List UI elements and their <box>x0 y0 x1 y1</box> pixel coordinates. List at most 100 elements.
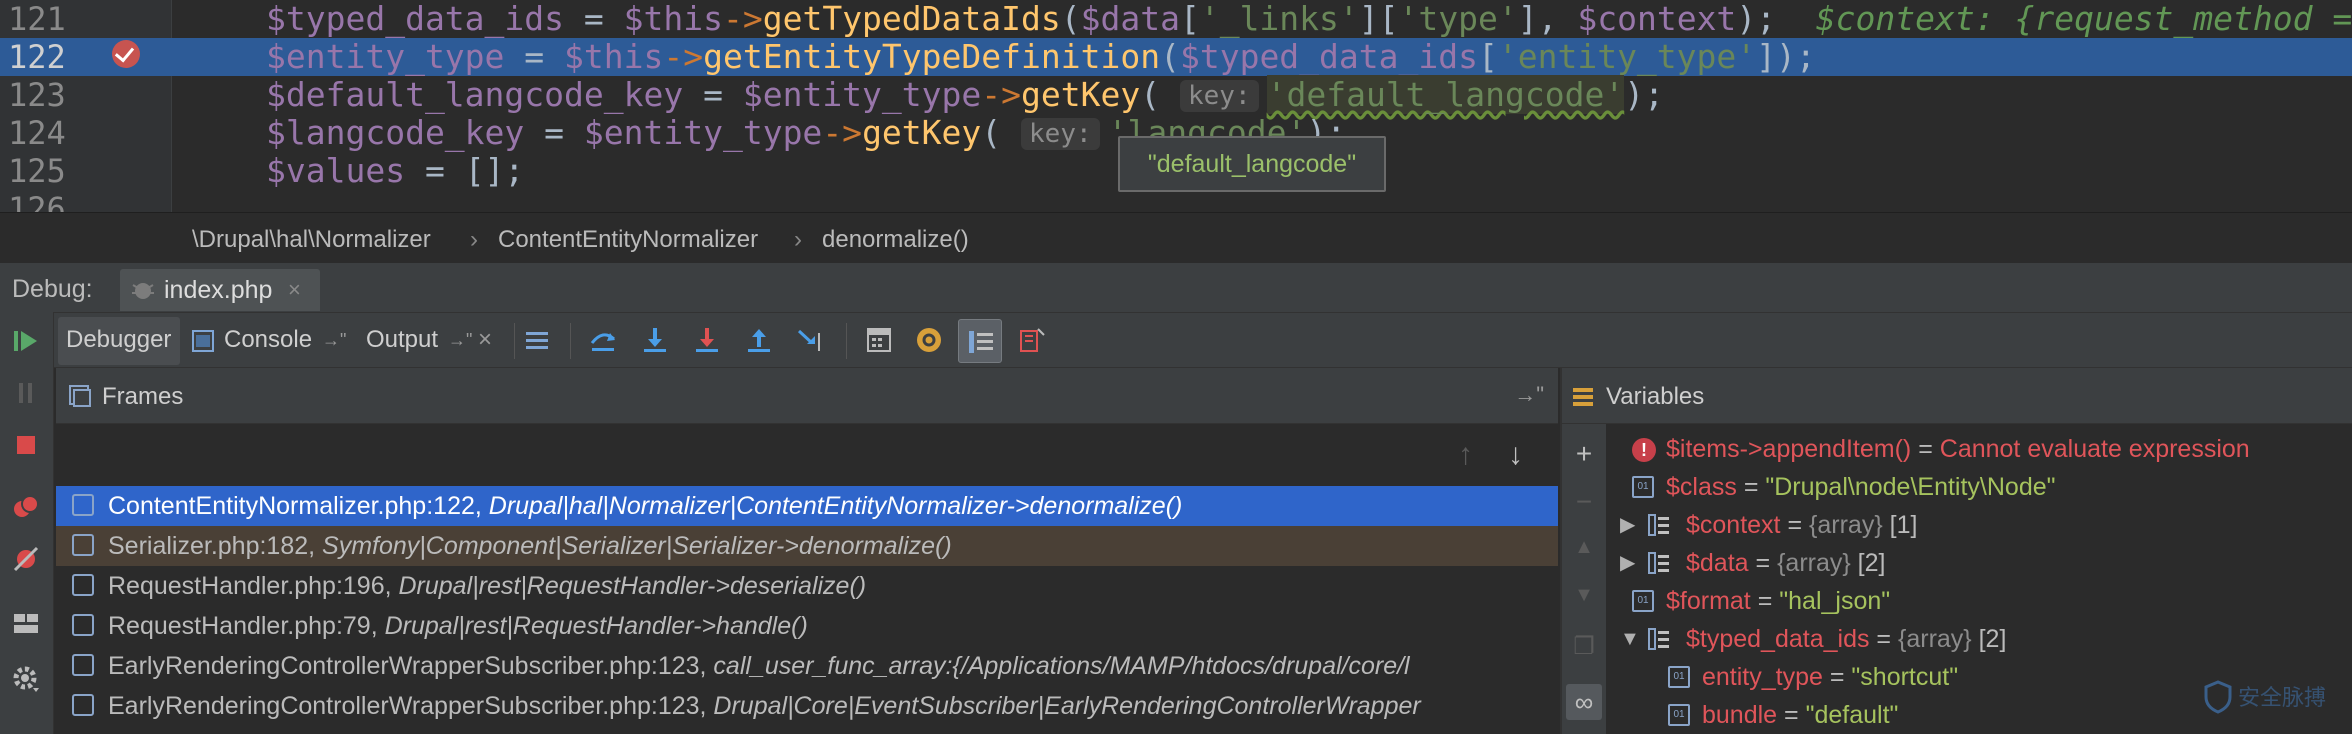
frame-item[interactable]: ContentEntityNormalizer.php:122, Drupal|… <box>56 486 1558 526</box>
code-line-123[interactable]: 123 $default_langcode_key = $entity_type… <box>0 75 2352 114</box>
frame-icon <box>72 654 94 676</box>
code-line-121[interactable]: 121 $typed_data_ids = $this->getTypedDat… <box>0 0 2352 38</box>
frame-item[interactable]: EarlyRenderingControllerWrapperSubscribe… <box>56 686 1558 726</box>
settings-icon[interactable] <box>11 664 41 694</box>
frames-header: Frames →" <box>56 368 1558 424</box>
parameter-hint: key: <box>1021 118 1100 150</box>
code-text: $typed_data_ids = $this->getTypedDataIds… <box>266 0 2352 38</box>
watch-icon[interactable] <box>914 325 944 355</box>
copy-icon[interactable]: ❐ <box>1571 632 1597 661</box>
breakpoint-icon[interactable] <box>112 40 140 68</box>
line-number: 126 <box>8 190 66 212</box>
frame-icon <box>72 694 94 716</box>
variable-row[interactable]: 01 $format = "hal_json" <box>1606 582 2352 620</box>
tab-console[interactable]: Console →" <box>190 317 350 365</box>
frames-icon <box>69 385 91 407</box>
collapse-icon[interactable]: ▼ <box>1620 620 1640 658</box>
code-line-126[interactable]: 126 <box>0 190 2352 212</box>
array-icon <box>1648 552 1670 574</box>
restore-layout-icon[interactable] <box>1016 325 1046 355</box>
error-icon: ! <box>1632 438 1656 462</box>
variables-icon <box>1573 388 1593 406</box>
debug-side-toolbar <box>0 312 54 734</box>
watermark-logo <box>2204 680 2232 714</box>
variables-side-toolbar: + − ▲ ▼ ❐ ∞ <box>1562 424 1606 734</box>
frame-item[interactable]: EarlyRenderingControllerWrapperSubscribe… <box>56 646 1558 686</box>
run-to-cursor-icon[interactable] <box>796 325 826 355</box>
debug-tool-window-header: Debug: index.php × <box>0 262 2352 312</box>
code-editor[interactable]: 121 $typed_data_ids = $this->getTypedDat… <box>0 0 2352 212</box>
code-text: $entity_type = $this->getEntityTypeDefin… <box>266 37 1816 76</box>
value-tooltip: "default_langcode" <box>1118 136 1386 192</box>
line-number: 124 <box>8 114 66 152</box>
frames-nav: ↑ ↓ <box>56 424 1558 486</box>
list-icon <box>969 331 993 353</box>
close-icon[interactable]: × <box>288 277 301 303</box>
variable-row[interactable]: ▶ $data = {array} [2] <box>1606 544 2352 582</box>
add-watch-icon[interactable]: + <box>1571 438 1597 470</box>
variable-row[interactable]: ▼ $typed_data_ids = {array} [2] <box>1606 620 2352 658</box>
previous-frame-icon[interactable]: ↑ <box>1458 438 1473 472</box>
array-icon <box>1648 514 1670 536</box>
evaluate-expression-icon[interactable] <box>864 325 894 355</box>
breadcrumb-namespace[interactable]: \Drupal\hal\Normalizer <box>192 226 431 254</box>
tab-output[interactable]: Output →" × <box>366 317 506 365</box>
bug-icon <box>132 283 154 299</box>
variable-icon: 01 <box>1632 590 1654 612</box>
line-number: 122 <box>8 38 66 76</box>
line-number: 125 <box>8 152 66 190</box>
move-down-icon[interactable]: ▼ <box>1571 584 1597 607</box>
variable-icon: 01 <box>1632 476 1654 498</box>
pause-icon[interactable] <box>11 378 41 408</box>
close-icon[interactable]: × <box>478 317 492 363</box>
frame-item[interactable]: RequestHandler.php:79, Drupal|rest|Reque… <box>56 606 1558 646</box>
variable-icon: 01 <box>1668 666 1690 688</box>
force-step-into-icon[interactable] <box>692 325 722 355</box>
variable-row[interactable]: ! $items->appendItem() = Cannot evaluate… <box>1606 430 2352 468</box>
view-breakpoints-icon[interactable] <box>11 492 41 522</box>
step-out-icon[interactable] <box>744 325 774 355</box>
mute-breakpoints-icon[interactable] <box>11 544 41 574</box>
inline-debug-value: $context: {request_method = <box>1776 0 2352 38</box>
stop-icon[interactable] <box>11 430 41 460</box>
frame-icon <box>72 574 94 596</box>
separator <box>846 323 847 359</box>
variable-icon: 01 <box>1668 704 1690 726</box>
console-icon <box>192 330 214 352</box>
breadcrumb-separator: › <box>470 226 478 253</box>
pin-icon[interactable]: →" <box>1514 382 1544 408</box>
show-watches-icon[interactable]: ∞ <box>1566 684 1602 720</box>
debugger-toolbar: Debugger Console →" Output →" × <box>0 312 2352 368</box>
step-over-icon[interactable] <box>588 325 618 355</box>
next-frame-icon[interactable]: ↓ <box>1508 438 1523 472</box>
breadcrumb-class[interactable]: ContentEntityNormalizer <box>498 226 758 254</box>
show-values-toggle[interactable] <box>958 319 1002 363</box>
breadcrumb-method[interactable]: denormalize() <box>822 226 969 254</box>
line-number: 121 <box>8 0 66 38</box>
line-number: 123 <box>8 76 66 114</box>
code-text: $default_langcode_key = $entity_type->ge… <box>266 75 1664 114</box>
code-line-122[interactable]: 122 $entity_type = $this->getEntityTypeD… <box>0 38 2352 76</box>
variable-row[interactable]: 01 $class = "Drupal\node\Entity\Node" <box>1606 468 2352 506</box>
frame-item[interactable]: Serializer.php:182, Symfony|Component|Se… <box>56 526 1558 566</box>
expand-icon[interactable]: ▶ <box>1620 544 1635 582</box>
show-execution-point-icon[interactable] <box>522 325 552 355</box>
layout-icon[interactable] <box>11 608 41 638</box>
move-up-icon[interactable]: ▲ <box>1571 536 1597 559</box>
variable-row[interactable]: ▶ $context = {array} [1] <box>1606 506 2352 544</box>
breadcrumb-separator: › <box>794 226 802 253</box>
separator <box>514 323 515 359</box>
frame-item[interactable]: RequestHandler.php:196, Drupal|rest|Requ… <box>56 566 1558 606</box>
separator <box>570 323 571 359</box>
expand-icon[interactable]: ▶ <box>1620 506 1635 544</box>
resume-icon[interactable] <box>11 326 41 356</box>
pin-icon: →" <box>448 330 473 350</box>
remove-watch-icon[interactable]: − <box>1571 486 1597 518</box>
tab-debugger[interactable]: Debugger <box>58 317 180 365</box>
variables-header: Variables <box>1562 368 2352 424</box>
debug-label: Debug: <box>12 275 93 303</box>
tab-label: index.php <box>164 276 273 304</box>
tab-index-php[interactable]: index.php × <box>120 269 320 311</box>
step-into-icon[interactable] <box>640 325 670 355</box>
frames-title: Frames <box>102 383 184 410</box>
